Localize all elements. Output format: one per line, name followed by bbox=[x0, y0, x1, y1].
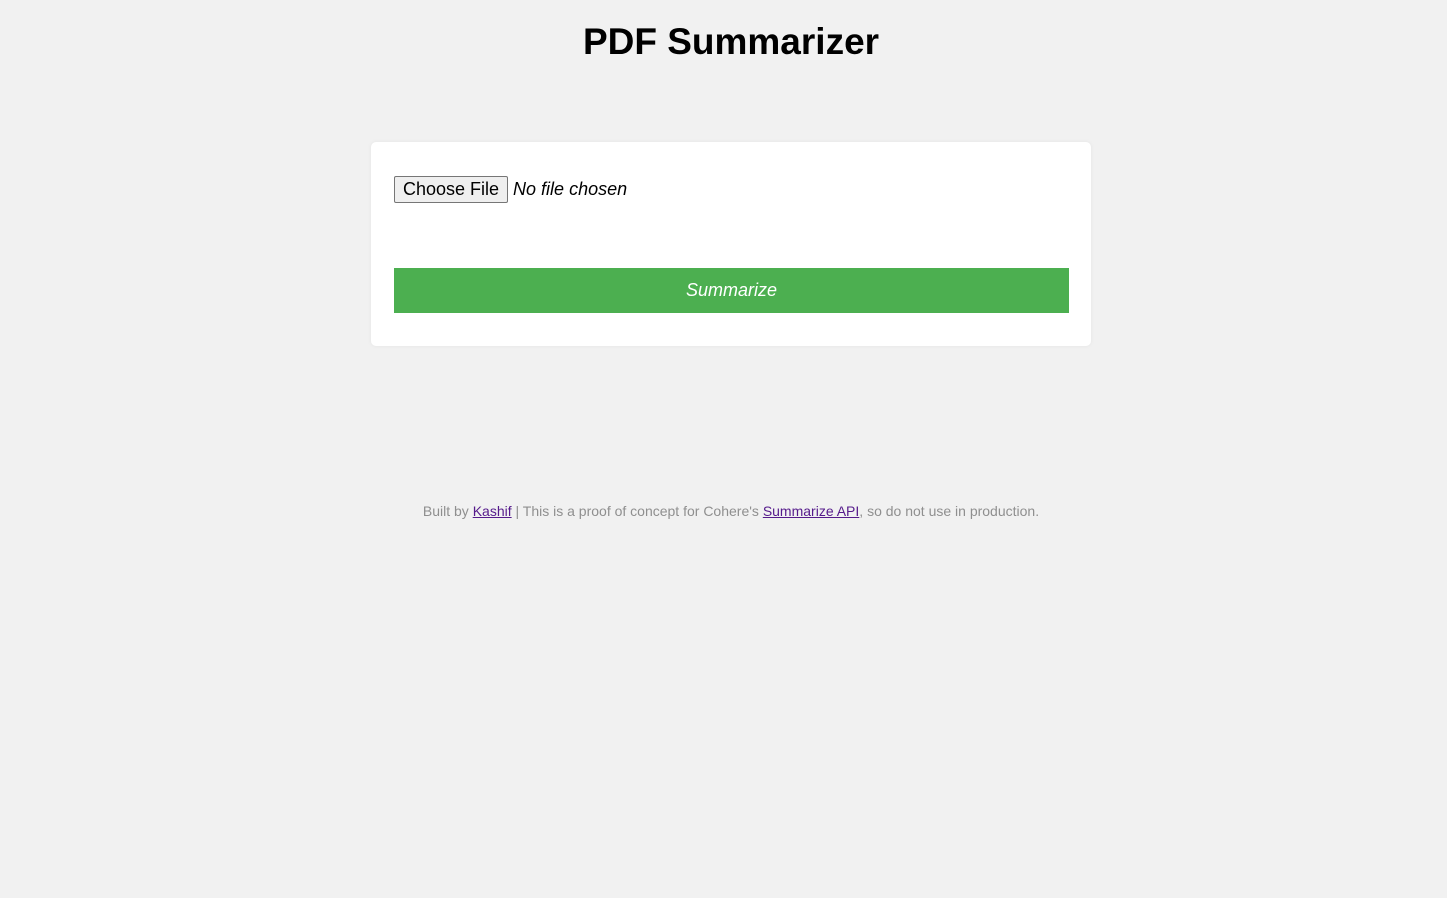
upload-card: Choose File No file chosen Summarize bbox=[371, 142, 1091, 346]
page-title: PDF Summarizer bbox=[582, 21, 880, 62]
footer-suffix: , so do not use in production. bbox=[859, 503, 1040, 519]
file-input[interactable]: Choose File No file chosen bbox=[394, 176, 627, 203]
file-status-text: No file chosen bbox=[513, 179, 628, 199]
summarize-api-link[interactable]: Summarize API bbox=[763, 503, 859, 519]
author-link[interactable]: Kashif bbox=[473, 503, 512, 519]
footer: Built by Kashif | This is a proof of con… bbox=[0, 503, 1447, 519]
footer-middle: | This is a proof of concept for Cohere'… bbox=[511, 503, 763, 519]
footer-prefix: Built by bbox=[422, 503, 473, 519]
choose-file-button[interactable]: Choose File bbox=[394, 176, 509, 203]
summarize-button[interactable]: Summarize bbox=[394, 268, 1069, 313]
